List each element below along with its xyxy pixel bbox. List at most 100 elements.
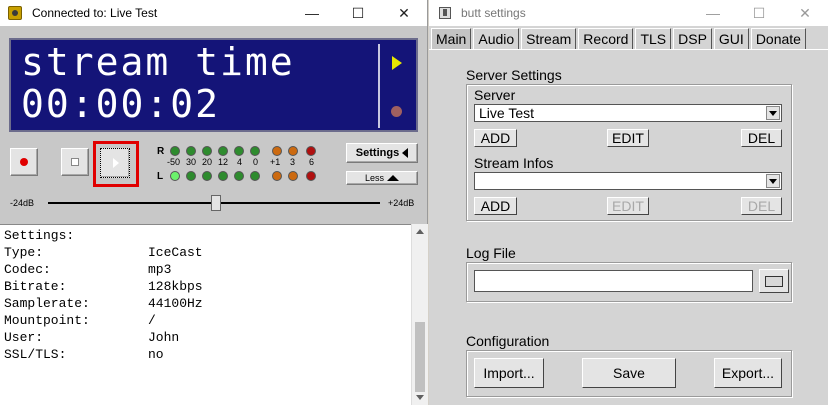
info-key: Bitrate:: [4, 279, 67, 294]
record-icon: [20, 158, 28, 166]
close-icon[interactable]: ✕: [782, 0, 828, 26]
vu-scale-label: +1: [270, 157, 281, 167]
vu-led-right: [272, 146, 282, 156]
edit-server-button[interactable]: EDIT: [607, 129, 649, 147]
player-window-controls: — ☐ ✕: [289, 0, 427, 26]
delete-stream-info-button: DEL: [741, 197, 782, 215]
stream-infos-label: Stream Infos: [474, 155, 554, 171]
tab-stream[interactable]: Stream: [521, 28, 577, 49]
server-label: Server: [474, 87, 516, 103]
vu-scale-label: 12: [218, 157, 229, 167]
vu-left-label: L: [157, 171, 164, 182]
vu-led-right: [170, 146, 180, 156]
save-button[interactable]: Save: [582, 358, 676, 388]
vu-led-left: [218, 171, 228, 181]
browse-log-file-button[interactable]: [759, 269, 789, 293]
settings-button[interactable]: Settings: [346, 143, 418, 163]
tab-record[interactable]: Record: [578, 28, 634, 49]
info-value: IceCast: [148, 245, 203, 260]
vu-led-left: [272, 171, 282, 181]
lcd-display[interactable]: stream time 00:00:02: [9, 38, 418, 132]
info-row: Samplerate: 44100Hz: [4, 295, 411, 312]
settings-button-label: Settings: [355, 147, 400, 159]
edit-stream-info-button: EDIT: [607, 197, 649, 215]
info-key: User:: [4, 330, 44, 345]
delete-server-button[interactable]: DEL: [741, 129, 782, 147]
scroll-down-icon[interactable]: [416, 395, 424, 400]
tab-gui[interactable]: GUI: [713, 28, 749, 49]
settings-tabs: Main Audio Stream Record TLS DSP GUI Don…: [431, 28, 808, 50]
settings-window-controls: — ☐ ✕: [690, 0, 828, 26]
vu-led-left: [250, 171, 260, 181]
tab-audio[interactable]: Audio: [473, 28, 520, 49]
player-window: Connected to: Live Test — ☐ ✕ stream tim…: [0, 0, 428, 405]
play-button[interactable]: [100, 148, 130, 178]
info-value: 128kbps: [148, 279, 203, 294]
log-file-label: Log File: [466, 245, 516, 261]
info-key: SSL/TLS:: [4, 347, 67, 362]
vu-scale-label: 20: [202, 157, 213, 167]
minimize-icon[interactable]: —: [690, 0, 736, 26]
gain-min-label: -24dB: [10, 198, 35, 208]
server-settings-label: Server Settings: [466, 67, 562, 83]
lcd-mode-text: stream time: [21, 40, 295, 84]
stream-infos-select[interactable]: [474, 172, 782, 190]
gain-slider-thumb[interactable]: [211, 195, 221, 211]
settings-titlebar[interactable]: butt settings — ☐ ✕: [429, 0, 828, 26]
chevron-down-icon[interactable]: [766, 174, 780, 188]
gain-max-label: +24dB: [388, 198, 415, 208]
less-button-label: Less: [364, 173, 384, 183]
vu-scale-label: 3: [290, 157, 296, 167]
tab-donate[interactable]: Donate: [750, 28, 806, 49]
info-scrollbar[interactable]: [411, 224, 428, 405]
lcd-play-indicator-icon: [392, 56, 402, 70]
import-button[interactable]: Import...: [474, 358, 544, 388]
butt-app-icon: [8, 6, 22, 20]
close-icon[interactable]: ✕: [381, 0, 427, 26]
info-row: Type: IceCast: [4, 244, 411, 261]
player-titlebar[interactable]: Connected to: Live Test — ☐ ✕: [0, 0, 427, 26]
vu-right-label: R: [157, 146, 165, 157]
vu-led-left: [202, 171, 212, 181]
maximize-icon[interactable]: ☐: [335, 0, 381, 26]
play-icon: [113, 158, 119, 168]
tab-main[interactable]: Main: [431, 28, 472, 50]
export-button[interactable]: Export...: [714, 358, 782, 388]
vu-scale-label: 0: [253, 157, 259, 167]
less-button[interactable]: Less: [346, 171, 418, 185]
chevron-down-icon[interactable]: [766, 106, 780, 120]
minimize-icon[interactable]: —: [289, 0, 335, 26]
vu-led-right: [202, 146, 212, 156]
scroll-up-icon[interactable]: [416, 229, 424, 234]
stop-button[interactable]: [61, 148, 89, 176]
info-value: mp3: [148, 262, 172, 277]
stream-info-text-area[interactable]: Settings: Type: IceCast Codec: mp3 Bitrate…: [0, 224, 411, 405]
maximize-icon[interactable]: ☐: [736, 0, 782, 26]
server-select-value: Live Test: [479, 105, 534, 121]
arrow-left-icon: [402, 148, 409, 158]
arrow-up-icon: [387, 175, 399, 181]
add-server-button[interactable]: ADD: [474, 129, 517, 147]
info-row: Bitrate: 128kbps: [4, 278, 411, 295]
info-value: John: [148, 330, 180, 345]
tab-dsp[interactable]: DSP: [673, 28, 712, 49]
vu-led-left-active: [170, 171, 180, 181]
record-button[interactable]: [10, 148, 38, 176]
log-file-input[interactable]: [474, 270, 753, 292]
server-select[interactable]: Live Test: [474, 104, 782, 122]
info-key: Codec:: [4, 262, 51, 277]
info-row: SSL/TLS: no: [4, 346, 411, 363]
scroll-thumb[interactable]: [415, 322, 425, 392]
tab-tls[interactable]: TLS: [635, 28, 672, 49]
vu-scale-label: 6: [309, 157, 315, 167]
info-value: no: [148, 347, 164, 362]
configuration-label: Configuration: [466, 333, 550, 349]
settings-window: butt settings — ☐ ✕ Main Audio Stream Re…: [429, 0, 828, 405]
vu-led-right: [250, 146, 260, 156]
vu-scale-label: 4: [237, 157, 243, 167]
vu-scale-label: 30: [186, 157, 197, 167]
add-stream-info-button[interactable]: ADD: [474, 197, 517, 215]
lcd-separator: [378, 44, 380, 128]
player-window-title: Connected to: Live Test: [32, 6, 158, 20]
info-row: User: John: [4, 329, 411, 346]
